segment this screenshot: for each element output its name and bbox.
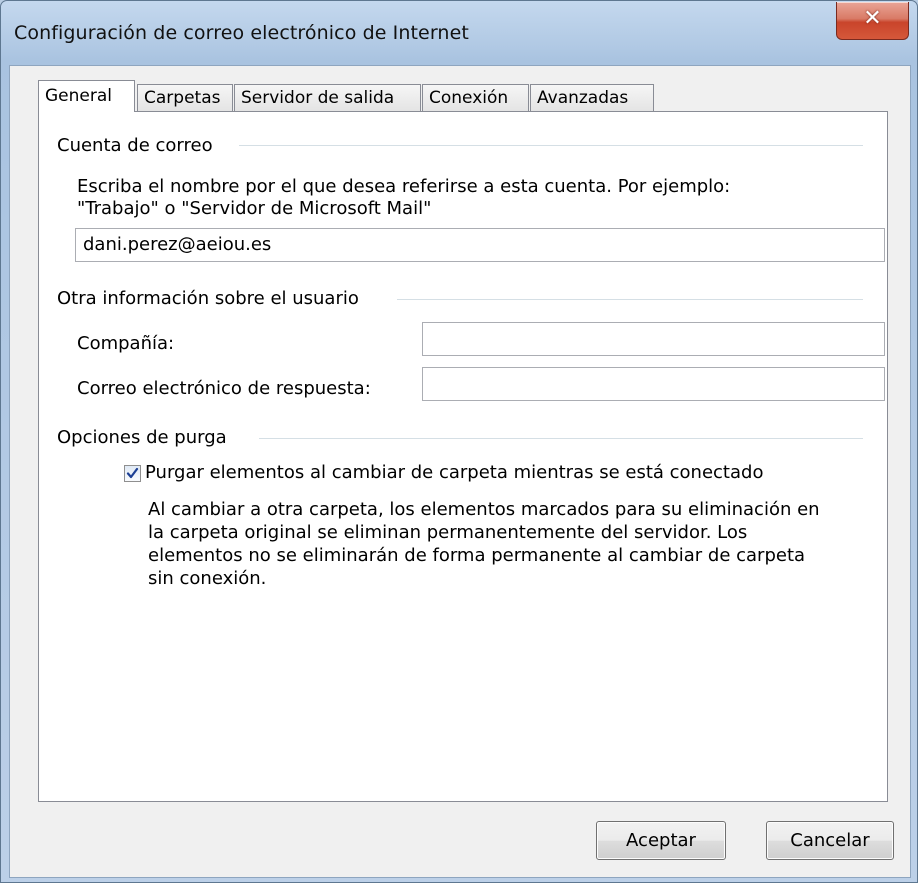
cuenta-description-line1: Escriba el nombre por el que desea refer… xyxy=(77,176,731,197)
group-divider xyxy=(259,438,863,439)
group-divider xyxy=(397,299,863,300)
window-title: Configuración de correo electrónico de I… xyxy=(14,22,469,44)
purge-checkbox[interactable] xyxy=(124,465,141,482)
general-tab-panel: Cuenta de correo Escriba el nombre por e… xyxy=(38,111,888,802)
tab-servidor-de-salida[interactable]: Servidor de salida xyxy=(234,84,421,111)
dialog-body: General Carpetas Servidor de salida Cone… xyxy=(9,65,911,878)
purge-description-line3: elementos no se eliminarán de forma perm… xyxy=(148,545,806,566)
title-bar[interactable]: Configuración de correo electrónico de I… xyxy=(1,1,917,65)
purge-description-line4: sin conexión. xyxy=(148,568,267,589)
usuario-group-heading: Otra información sobre el usuario xyxy=(57,288,359,309)
checkmark-icon xyxy=(126,467,139,479)
tab-conexion[interactable]: Conexión xyxy=(422,84,529,111)
purge-checkbox-label[interactable]: Purgar elementos al cambiar de carpeta m… xyxy=(145,462,763,483)
cuenta-group-heading: Cuenta de correo xyxy=(57,135,213,156)
company-input[interactable] xyxy=(422,322,885,356)
purge-description-line2: la carpeta original se eliminan permanen… xyxy=(148,522,748,543)
close-icon: ✕ xyxy=(863,6,882,31)
reply-email-label: Correo electrónico de respuesta: xyxy=(77,378,371,399)
account-name-input[interactable]: dani.perez@aeiou.es xyxy=(75,228,885,262)
tab-general[interactable]: General xyxy=(38,80,135,112)
close-button[interactable]: ✕ xyxy=(836,2,909,40)
tab-carpetas[interactable]: Carpetas xyxy=(137,84,233,111)
cancel-button[interactable]: Cancelar xyxy=(766,821,894,860)
company-label: Compañía: xyxy=(77,333,175,354)
dialog-window: Configuración de correo electrónico de I… xyxy=(0,0,918,883)
group-divider xyxy=(239,145,863,146)
tab-avanzadas[interactable]: Avanzadas xyxy=(530,84,654,111)
cuenta-description-line2: "Trabajo" o "Servidor de Microsoft Mail" xyxy=(77,198,432,219)
ok-button[interactable]: Aceptar xyxy=(596,821,726,860)
purge-description-line1: Al cambiar a otra carpeta, los elementos… xyxy=(148,499,820,520)
purga-group-heading: Opciones de purga xyxy=(57,427,227,448)
reply-email-input[interactable] xyxy=(422,367,885,401)
